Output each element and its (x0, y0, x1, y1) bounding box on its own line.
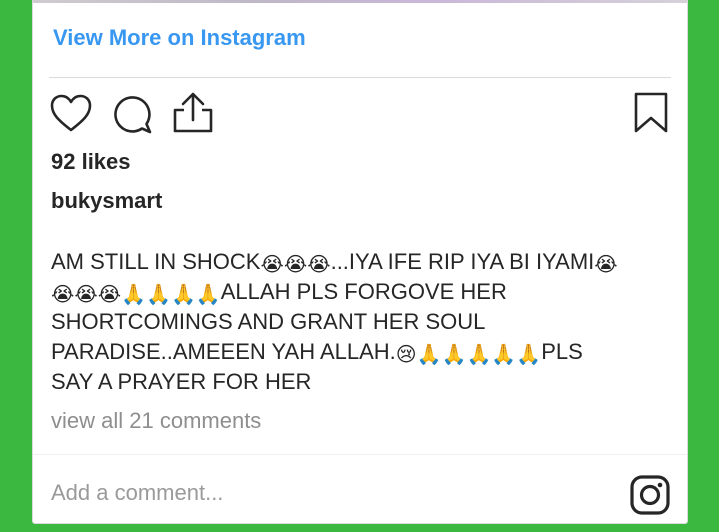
caption-text: AM STILL IN SHOCK (51, 249, 261, 274)
praying-hands-emoji: 🙏 (516, 344, 542, 366)
sad-face-emoji: 😢 (395, 344, 417, 366)
crying-face-emoji: 😭 (51, 284, 75, 306)
bookmark-icon[interactable] (633, 91, 669, 135)
crying-face-emoji: 😭 (260, 254, 284, 276)
post-caption: AM STILL IN SHOCK😭😭😭...IYA IFE RIP IYA B… (51, 247, 661, 397)
comment-icon[interactable] (111, 93, 153, 135)
caption-text: SAY A PRAYER FOR HER (51, 369, 312, 394)
praying-hands-emoji: 🙏 (491, 344, 517, 366)
view-all-comments-link[interactable]: view all 21 comments (51, 408, 261, 434)
praying-hands-emoji: 🙏 (195, 284, 221, 306)
crying-face-emoji: 😭 (594, 254, 618, 276)
caption-text: ...IYA IFE RIP IYA BI IYAMI (330, 249, 595, 274)
post-image[interactable] (33, 0, 687, 3)
instagram-embed-card: View More on Instagram 92 likes bukysmar… (32, 0, 688, 524)
crying-face-emoji: 😭 (97, 284, 122, 306)
instagram-logo-icon[interactable] (629, 474, 671, 516)
praying-hands-emoji: 🙏 (146, 284, 171, 306)
crying-face-emoji: 😭 (307, 254, 331, 276)
divider (33, 454, 687, 455)
crying-face-emoji: 😭 (283, 254, 308, 276)
add-comment-input[interactable] (51, 478, 571, 508)
praying-hands-emoji: 🙏 (466, 344, 492, 366)
post-username[interactable]: bukysmart (51, 188, 162, 214)
crying-face-emoji: 😭 (74, 284, 98, 306)
heart-icon[interactable] (49, 93, 93, 133)
praying-hands-emoji: 🙏 (416, 344, 442, 366)
praying-hands-emoji: 🙏 (441, 344, 467, 366)
caption-text: PLS (541, 339, 583, 364)
caption-text: ALLAH PLS FORGOVE HER (220, 279, 507, 304)
praying-hands-emoji: 🙏 (170, 284, 196, 306)
view-more-link[interactable]: View More on Instagram (53, 25, 306, 51)
caption-text: PARADISE..AMEEEN YAH ALLAH. (51, 339, 396, 364)
caption-text: SHORTCOMINGS AND GRANT HER SOUL (51, 309, 486, 334)
praying-hands-emoji: 🙏 (121, 284, 147, 306)
likes-count[interactable]: 92 likes (51, 149, 131, 175)
share-icon[interactable] (172, 91, 214, 135)
divider (49, 77, 671, 78)
